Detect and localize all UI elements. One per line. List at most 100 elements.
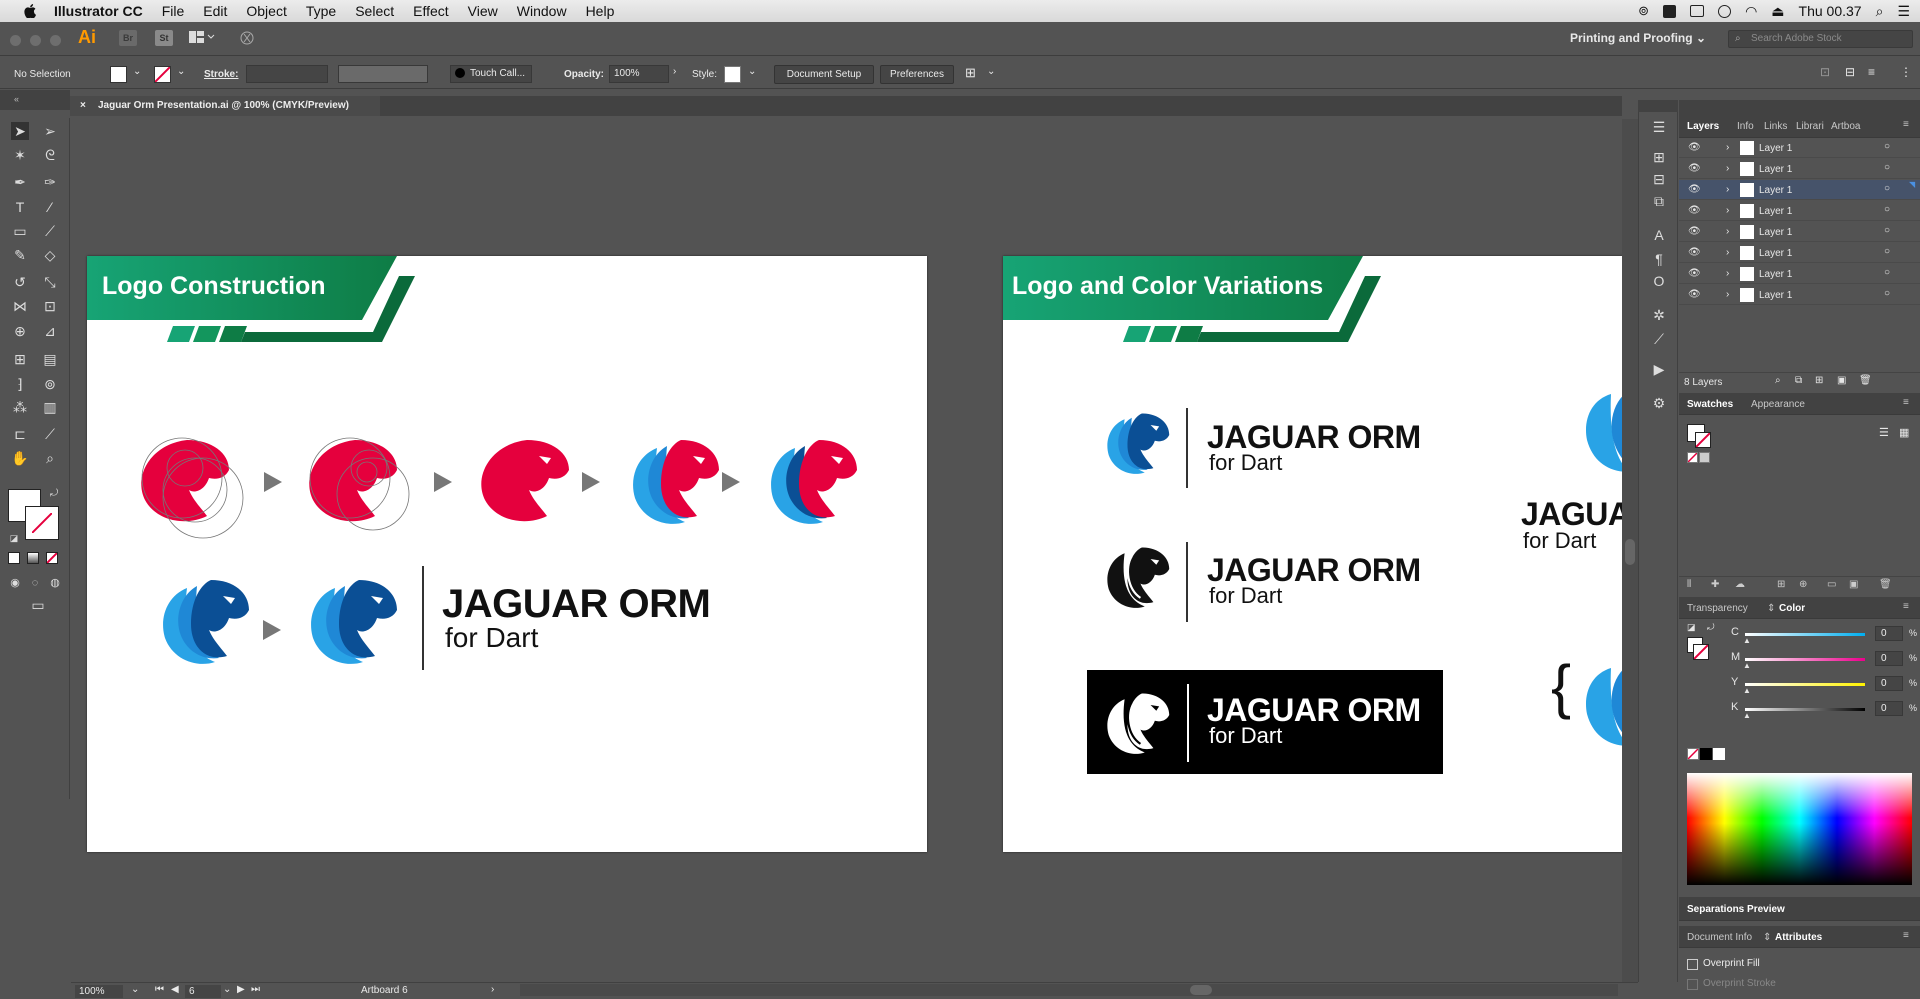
color-spectrum[interactable] bbox=[1687, 773, 1912, 885]
expand-arrow-icon[interactable]: › bbox=[1726, 247, 1729, 258]
swatch-options-icon[interactable]: ⊞ bbox=[1777, 579, 1785, 590]
status-icon-1[interactable] bbox=[1663, 4, 1677, 18]
swatch-libraries-icon[interactable]: ⫴ bbox=[1687, 579, 1691, 590]
tab-artboards[interactable]: Artboa bbox=[1831, 121, 1860, 132]
gradient-tool-icon[interactable]: ▤ bbox=[41, 350, 59, 368]
color-white-chip[interactable] bbox=[1713, 748, 1725, 760]
opentype-icon[interactable]: O bbox=[1650, 272, 1668, 290]
scale-tool-icon[interactable]: ⤡ bbox=[41, 273, 59, 291]
fill-dropdown-icon[interactable]: ⌄ bbox=[133, 66, 141, 77]
eyedropper-tool-icon[interactable]: ⁆ bbox=[11, 375, 29, 393]
zoom-window-button[interactable] bbox=[50, 35, 61, 46]
layer-row[interactable]: 👁 › Layer 1 ○ bbox=[1679, 201, 1920, 221]
layer-row-selected[interactable]: 👁 › Layer 1 ○ ◥ bbox=[1679, 180, 1920, 200]
expand-arrow-icon[interactable]: › bbox=[1726, 142, 1729, 153]
new-color-group-icon[interactable]: ⊕ bbox=[1799, 579, 1807, 590]
mesh-tool-icon[interactable]: ⊞ bbox=[11, 350, 29, 368]
eye-icon[interactable]: 👁 bbox=[1688, 226, 1701, 237]
apple-icon[interactable] bbox=[20, 4, 40, 18]
arrange-documents-icon[interactable] bbox=[189, 31, 215, 43]
pen-tool-icon[interactable]: ✒ bbox=[11, 173, 29, 191]
stroke-weight-field[interactable] bbox=[246, 65, 328, 83]
stroke-color-box[interactable] bbox=[25, 506, 59, 540]
target-icon[interactable]: ○ bbox=[1884, 204, 1890, 215]
tab-attributes[interactable]: Attributes bbox=[1775, 932, 1822, 943]
cyan-slider-handle-icon[interactable]: ▲ bbox=[1743, 636, 1751, 645]
lasso-tool-icon[interactable]: ᘓ bbox=[41, 146, 59, 164]
settings-gear-icon[interactable]: ⚙ bbox=[1650, 394, 1668, 412]
menu-type[interactable]: Type bbox=[306, 3, 336, 19]
paragraph-icon[interactable]: ¶ bbox=[1650, 250, 1668, 268]
canvas[interactable]: Logo Construction JAGUAR ORM for Dart Lo… bbox=[71, 119, 1623, 978]
magenta-slider-handle-icon[interactable]: ▲ bbox=[1743, 661, 1751, 670]
layer-name[interactable]: Layer 1 bbox=[1759, 269, 1792, 280]
draw-behind-icon[interactable]: ◌ bbox=[26, 574, 44, 592]
default-fill-stroke-icon[interactable]: ◪ bbox=[5, 529, 23, 547]
next-artboard-icon[interactable]: ▶ bbox=[237, 984, 245, 995]
free-transform-tool-icon[interactable]: ⊡ bbox=[41, 297, 59, 315]
creative-cloud-icon[interactable]: ⊚ bbox=[1638, 3, 1649, 19]
black-value-field[interactable]: 0 bbox=[1875, 701, 1903, 716]
target-icon[interactable]: ○ bbox=[1884, 225, 1890, 236]
transform-icon[interactable]: ⊞ bbox=[1650, 148, 1668, 166]
layer-row[interactable]: 👁 › Layer 1 ○ bbox=[1679, 243, 1920, 263]
control-menu-icon[interactable]: ≡ bbox=[1868, 65, 1875, 79]
status-icon-3[interactable] bbox=[1718, 4, 1732, 18]
eye-icon[interactable]: 👁 bbox=[1688, 184, 1701, 195]
target-icon[interactable]: ○ bbox=[1884, 267, 1890, 278]
layer-row[interactable]: 👁 › Layer 1 ○ bbox=[1679, 285, 1920, 305]
slice-tool-icon[interactable]: ⟋ bbox=[41, 425, 59, 443]
actions-play-icon[interactable]: ▶ bbox=[1650, 360, 1668, 378]
gpu-performance-icon[interactable] bbox=[238, 30, 256, 46]
shape-builder-tool-icon[interactable]: ⊕ bbox=[11, 322, 29, 340]
attributes-menu-icon[interactable]: ≡ bbox=[1903, 930, 1909, 941]
create-sublayer-icon[interactable]: ⊞ bbox=[1815, 375, 1823, 386]
zoom-tool-icon[interactable]: ⌕ bbox=[41, 449, 59, 467]
stock-button[interactable]: St bbox=[155, 30, 173, 46]
artboard-dropdown-icon[interactable]: ⌄ bbox=[223, 984, 231, 995]
selection-tool-icon[interactable]: ➤ bbox=[11, 122, 29, 140]
artboard-logo-color-variations[interactable]: Logo and Color Variations JAGUAR ORM for… bbox=[1003, 256, 1623, 852]
color-menu-icon[interactable]: ≡ bbox=[1903, 601, 1909, 612]
layer-row[interactable]: 👁 › Layer 1 ○ bbox=[1679, 264, 1920, 284]
graphic-style-swatch[interactable] bbox=[724, 66, 741, 83]
rectangle-tool-icon[interactable]: ▭ bbox=[11, 222, 29, 240]
paintbrush-tool-icon[interactable]: ⟋ bbox=[41, 222, 59, 240]
swatch-none[interactable] bbox=[1687, 452, 1698, 463]
document-setup-button[interactable]: Document Setup bbox=[774, 65, 874, 84]
overprint-stroke-checkbox[interactable] bbox=[1687, 979, 1698, 990]
panel-options-icon[interactable]: ⋮ bbox=[1900, 65, 1912, 79]
layer-row[interactable]: 👁 › Layer 1 ○ bbox=[1679, 222, 1920, 242]
target-icon[interactable]: ○ bbox=[1884, 246, 1890, 257]
magic-wand-tool-icon[interactable]: ✶ bbox=[11, 146, 29, 164]
new-layer-icon[interactable]: ▣ bbox=[1837, 375, 1846, 386]
tab-document-info[interactable]: Document Info bbox=[1687, 932, 1752, 943]
tab-arrows-icon[interactable]: ⇕ bbox=[1767, 603, 1775, 614]
workspace-switcher[interactable]: Printing and Proofing ⌄ bbox=[1570, 31, 1706, 45]
vertical-scroll-thumb[interactable] bbox=[1625, 539, 1635, 565]
layer-row[interactable]: 👁 › Layer 1 ○ bbox=[1679, 159, 1920, 179]
target-icon[interactable]: ○ bbox=[1884, 288, 1890, 299]
draw-inside-icon[interactable]: ◍ bbox=[46, 574, 64, 592]
cyan-value-field[interactable]: 0 bbox=[1875, 626, 1903, 641]
target-icon[interactable]: ○ bbox=[1884, 183, 1890, 194]
swatch-registration[interactable] bbox=[1699, 452, 1710, 463]
preferences-button[interactable]: Preferences bbox=[880, 65, 954, 84]
stroke-swatch[interactable] bbox=[154, 66, 171, 83]
delete-layer-icon[interactable]: 🗑 bbox=[1859, 375, 1872, 386]
opacity-arrow-icon[interactable]: › bbox=[673, 66, 676, 77]
status-label[interactable]: Artboard 6 bbox=[361, 985, 408, 996]
symbol-sprayer-tool-icon[interactable]: ⁂ bbox=[11, 398, 29, 416]
close-window-button[interactable] bbox=[10, 35, 21, 46]
shaper-tool-icon[interactable]: ✎ bbox=[11, 246, 29, 264]
horizontal-scroll-thumb[interactable] bbox=[1190, 985, 1212, 995]
expand-arrow-icon[interactable]: › bbox=[1726, 226, 1729, 237]
direct-selection-tool-icon[interactable]: ➢ bbox=[41, 122, 59, 140]
stroke-dropdown-icon[interactable]: ⌄ bbox=[177, 66, 185, 77]
screen-mode-icon[interactable]: ▭ bbox=[26, 596, 50, 614]
hand-tool-icon[interactable]: ✋ bbox=[11, 449, 29, 467]
status-icon-2[interactable] bbox=[1690, 5, 1705, 17]
search-adobe-stock-input[interactable]: ⌕ Search Adobe Stock bbox=[1728, 30, 1913, 48]
variable-width-profile[interactable] bbox=[338, 65, 428, 83]
color-stroke-indicator[interactable] bbox=[1693, 644, 1709, 660]
